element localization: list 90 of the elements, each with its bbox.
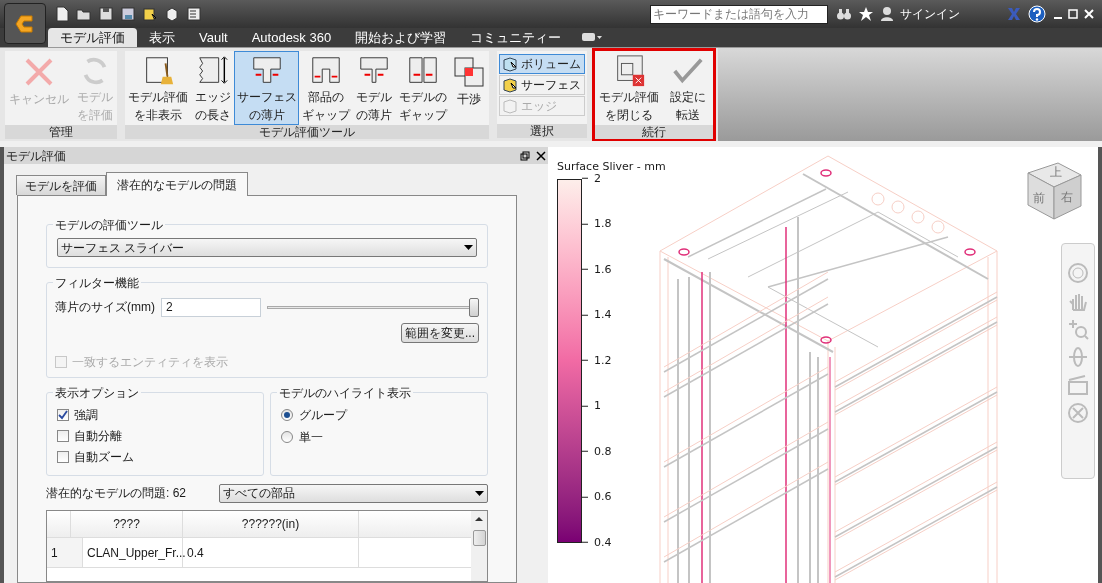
radio-label: 単一 [299, 429, 323, 446]
ribbon-tab[interactable]: コミュニティー [458, 28, 574, 47]
window-controls-icon[interactable] [1052, 8, 1096, 20]
scale-label: 1.8 [594, 215, 612, 232]
cube-cursor-icon [502, 98, 518, 114]
sign-in-link[interactable]: サインイン [900, 5, 1000, 23]
panel-title: 管理 [5, 125, 117, 139]
row-number: 1 [47, 538, 83, 567]
ribbon-button[interactable]: モデル評価 を閉じる [595, 51, 663, 125]
cube-face-label[interactable]: 前 [1033, 189, 1045, 207]
checkbox[interactable] [57, 429, 69, 442]
close-icon[interactable] [536, 150, 546, 161]
cube-cursor-icon [502, 77, 518, 93]
panel-tab[interactable]: モデルを評価 [16, 175, 106, 195]
checkbox-label: 一致するエンティティを表示 [72, 353, 228, 371]
size-field[interactable]: 2 [161, 297, 261, 317]
slider[interactable] [267, 297, 479, 317]
ribbon-tab[interactable]: 開始および学習 [343, 28, 459, 47]
scale-label: 0.8 [594, 443, 612, 460]
panel-title: 選択 [497, 124, 587, 138]
checkbox-label: 強調 [74, 406, 98, 424]
dropdown-arrow-icon [475, 490, 484, 496]
new-file-icon[interactable] [54, 6, 70, 22]
cube-face-label[interactable]: 上 [1050, 163, 1062, 181]
box-select-icon[interactable] [142, 6, 158, 22]
group-title: モデルのハイライト表示 [277, 384, 413, 402]
panel-tab[interactable]: 潜在的なモデルの問題 [106, 172, 248, 196]
group-title: 表示オプション [53, 384, 141, 402]
cube-icon[interactable] [164, 6, 180, 22]
scale-label: 1 [594, 397, 601, 414]
panel-title: モデル評価 [6, 147, 66, 165]
ribbon-tab[interactable]: Vault [187, 28, 240, 47]
scroll-up-icon[interactable] [475, 516, 483, 522]
ribbon-tab[interactable]: Autodesk 360 [239, 28, 344, 47]
search-field[interactable]: キーワードまたは語句を入力 [650, 4, 828, 24]
checkbox[interactable] [57, 408, 69, 421]
ribbon-tab[interactable]: モデル評価 [48, 28, 137, 47]
column-header[interactable]: ???? [71, 511, 183, 537]
ribbon-button[interactable]: エッジ の長さ [191, 51, 234, 125]
float-icon[interactable] [520, 150, 530, 161]
ribbon-button[interactable]: サーフェス の薄片 [234, 51, 299, 125]
ribbon-button[interactable]: モデルの ギャップ [396, 51, 449, 125]
scale-label: 0.4 [594, 534, 612, 551]
star-icon[interactable] [858, 6, 874, 22]
selection-mode-button[interactable]: サーフェス [499, 75, 585, 95]
ribbon-button[interactable]: モデル の薄片 [352, 51, 396, 125]
field-label: 薄片のサイズ(mm) [55, 299, 156, 316]
user-icon[interactable] [880, 6, 894, 22]
scale-label: 1.2 [594, 352, 612, 369]
scroll-thumb[interactable] [472, 530, 486, 546]
dropdown-arrow-icon [464, 245, 473, 250]
group-title: フィルター機能 [53, 274, 141, 292]
checkbox-label: 自動ズーム [74, 448, 134, 466]
scale-label: 1.4 [594, 306, 612, 323]
checkbox[interactable] [57, 450, 69, 463]
scale-label: 1.6 [594, 261, 612, 278]
column-header[interactable]: ??????(in) [183, 511, 359, 537]
ribbon-tab[interactable]: 表示 [137, 28, 187, 47]
cube-cursor-icon [502, 56, 518, 72]
save-icon[interactable] [98, 6, 114, 22]
table-cell: CLAN_Upper_Fr... [83, 538, 183, 567]
radio-button[interactable] [281, 409, 293, 421]
slider-thumb[interactable] [469, 297, 479, 317]
group-title: モデルの評価ツール [53, 216, 165, 234]
ribbon-button[interactable]: モデル評価 を非表示 [125, 51, 191, 125]
radio-button[interactable] [281, 431, 293, 443]
open-folder-icon[interactable] [76, 6, 92, 22]
selection-mode-button[interactable]: ボリューム [499, 54, 585, 74]
ribbon-button[interactable]: 設定に 転送 [663, 51, 713, 125]
view-cube-faces-drawing [1025, 161, 1083, 223]
dropdown[interactable]: すべての部品 [219, 483, 488, 503]
dropdown[interactable]: サーフェス スライバー [57, 238, 477, 257]
issue-count: 潜在的なモデルの問題: 62 [46, 485, 187, 502]
checkmark-icon [58, 409, 68, 420]
help-icon[interactable] [1028, 5, 1046, 23]
minimize-ribbon-icon[interactable] [581, 31, 604, 43]
checkbox-label: 自動分離 [74, 427, 122, 445]
save-as-icon[interactable] [120, 6, 136, 22]
binoculars-icon[interactable] [836, 6, 852, 22]
app-menu-button[interactable] [4, 3, 46, 44]
view-cube[interactable]: 上 前 右 [1025, 161, 1083, 223]
panel-title: 続行 [595, 125, 713, 139]
change-range-button[interactable]: 範囲を変更... [401, 323, 479, 343]
properties-icon[interactable] [186, 6, 202, 22]
panel-title: モデル評価ツール [125, 125, 489, 139]
ribbon-button[interactable]: 干渉 [449, 51, 489, 125]
scrollbar[interactable] [471, 511, 487, 581]
radio-label: グループ [299, 407, 347, 424]
ribbon-button[interactable]: 部品の ギャップ [299, 51, 352, 125]
scale-label: 0.6 [594, 488, 612, 505]
